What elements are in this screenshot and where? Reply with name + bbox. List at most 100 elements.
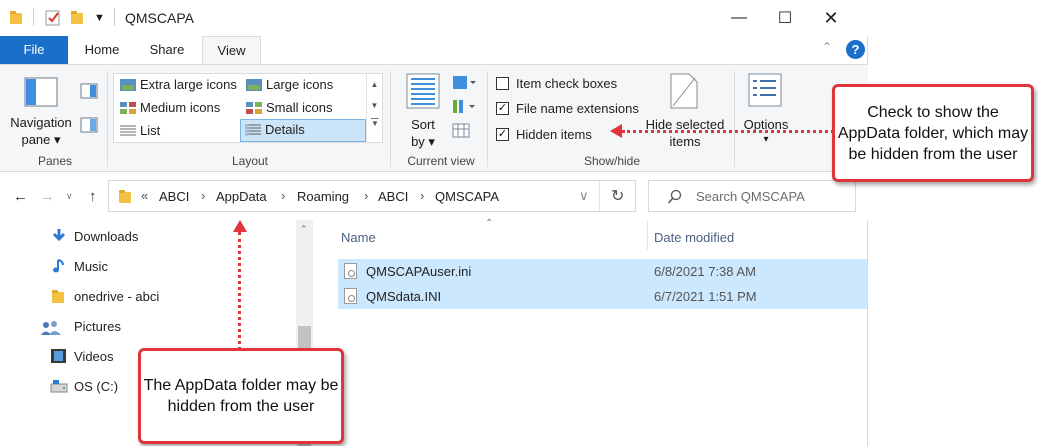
hidden-items-box[interactable]: ✓ bbox=[496, 128, 509, 141]
file-list: ⌃ Name Date modified bbox=[318, 218, 868, 446]
current-view-group-label: Current view bbox=[407, 154, 475, 168]
nav-item-label: Videos bbox=[74, 349, 114, 364]
nav-item-label: Pictures bbox=[74, 319, 121, 334]
breadcrumb-abci-2[interactable]: ABCI bbox=[378, 189, 408, 204]
callout-arrowhead bbox=[610, 124, 622, 138]
item-check-boxes-box[interactable] bbox=[496, 77, 509, 90]
tab-view[interactable]: View bbox=[202, 36, 261, 65]
layout-gallery: Extra large icons Large icons Medium ico… bbox=[113, 73, 383, 143]
table-row[interactable]: QMSCAPAuser.ini 6/8/2021 7:38 AM bbox=[338, 259, 867, 284]
search-box[interactable]: Search QMSCAPA bbox=[648, 180, 856, 212]
hidden-items-checkbox[interactable]: ✓ Hidden items bbox=[496, 127, 592, 142]
navigation-pane-label-2: pane ▾ bbox=[21, 132, 61, 147]
nav-item-label: Downloads bbox=[74, 229, 139, 244]
hide-selected-items-button[interactable]: Hide selected items bbox=[642, 71, 728, 151]
recent-locations-icon[interactable]: ∨ bbox=[66, 191, 73, 202]
group-divider bbox=[734, 71, 735, 167]
large-icons-label: Large icons bbox=[266, 77, 334, 92]
table-row[interactable]: QMSdata.INI 6/7/2021 1:51 PM bbox=[338, 284, 867, 309]
music-icon bbox=[53, 259, 64, 273]
options-icon bbox=[748, 73, 782, 107]
nav-item-label: OS (C:) bbox=[74, 379, 119, 394]
chevron-right-icon[interactable]: › bbox=[364, 188, 368, 203]
size-columns-icon[interactable] bbox=[452, 123, 472, 139]
downloads-icon bbox=[52, 229, 66, 242]
small-icons-label: Small icons bbox=[266, 100, 333, 115]
extra-large-icons-label: Extra large icons bbox=[140, 77, 237, 92]
callout-arrow-vertical bbox=[238, 232, 241, 350]
file-name: QMSdata.INI bbox=[366, 289, 442, 304]
chevron-up-icon[interactable]: ⌃ bbox=[822, 40, 832, 54]
tab-file[interactable]: File bbox=[0, 36, 68, 64]
layout-medium-icons[interactable]: Medium icons bbox=[116, 98, 240, 118]
gallery-expand-icon[interactable]: ▼ bbox=[371, 118, 379, 128]
layout-list[interactable]: List bbox=[116, 121, 240, 141]
tab-share[interactable]: Share bbox=[136, 36, 198, 64]
breadcrumb-roaming[interactable]: Roaming bbox=[297, 189, 349, 204]
chevron-right-icon[interactable]: › bbox=[201, 188, 205, 203]
minimize-button[interactable]: — bbox=[716, 0, 762, 36]
show-hide-group-label: Show/hide bbox=[583, 154, 641, 168]
breadcrumb-qmscapa[interactable]: QMSCAPA bbox=[435, 189, 499, 204]
column-header-date-modified[interactable]: Date modified bbox=[654, 230, 734, 245]
address-dropdown-icon[interactable]: ∨ bbox=[579, 188, 589, 204]
up-arrow-icon[interactable]: ↑ bbox=[89, 188, 97, 205]
file-name-extensions-checkbox[interactable]: ✓ File name extensions bbox=[496, 101, 639, 116]
navigation-pane-button[interactable]: Navigation pane ▾ bbox=[6, 71, 76, 151]
ribbon-view: Navigation pane ▾ Panes Extra large icon… bbox=[0, 64, 868, 172]
file-date-modified: 6/7/2021 1:51 PM bbox=[654, 289, 757, 304]
layout-extra-large-icons[interactable]: Extra large icons bbox=[116, 75, 240, 95]
window-title: QMSCAPA bbox=[125, 10, 194, 26]
videos-icon bbox=[51, 349, 66, 363]
callout-text: The AppData folder may be hidden from th… bbox=[143, 377, 339, 415]
large-icons-icon bbox=[246, 79, 262, 91]
folder-icon bbox=[52, 290, 64, 307]
sort-by-button[interactable]: Sort by ▾ bbox=[400, 71, 446, 151]
tab-home[interactable]: Home bbox=[72, 36, 132, 64]
maximize-button[interactable]: ☐ bbox=[762, 0, 808, 36]
layout-small-icons[interactable]: Small icons bbox=[242, 98, 364, 118]
add-columns-icon[interactable] bbox=[452, 99, 476, 115]
folder-icon bbox=[10, 8, 22, 28]
customize-qat-icon[interactable]: ▼ bbox=[94, 8, 105, 28]
breadcrumb-appdata[interactable]: AppData bbox=[216, 189, 267, 204]
search-placeholder: Search QMSCAPA bbox=[696, 189, 805, 204]
chevron-right-icon[interactable]: › bbox=[281, 188, 285, 203]
qat-divider bbox=[33, 8, 34, 26]
medium-icons-icon bbox=[120, 102, 136, 114]
details-pane-icon[interactable] bbox=[80, 117, 98, 133]
search-icon bbox=[667, 189, 682, 204]
options-button[interactable]: Options ▾ bbox=[738, 71, 794, 151]
address-bar[interactable]: « ABCI › AppData › Roaming › ABCI › QMSC… bbox=[108, 180, 636, 212]
layout-details[interactable]: Details bbox=[240, 119, 366, 142]
item-check-boxes-label: Item check boxes bbox=[516, 76, 618, 91]
column-divider[interactable] bbox=[647, 220, 648, 250]
close-button[interactable]: ✕ bbox=[808, 0, 854, 36]
hidden-items-label: Hidden items bbox=[516, 127, 592, 142]
new-folder-icon[interactable] bbox=[71, 8, 83, 28]
forward-arrow-icon[interactable]: → bbox=[40, 188, 55, 205]
group-divider bbox=[390, 71, 391, 167]
scroll-down-icon[interactable]: ▼ bbox=[367, 101, 382, 110]
medium-icons-label: Medium icons bbox=[140, 100, 221, 115]
refresh-icon[interactable]: ↻ bbox=[611, 186, 624, 206]
scroll-up-icon[interactable]: ▲ bbox=[367, 80, 382, 89]
overflow-chevron-icon[interactable]: « bbox=[141, 188, 148, 203]
back-arrow-icon[interactable]: ← bbox=[13, 188, 28, 205]
file-name-extensions-box[interactable]: ✓ bbox=[496, 102, 509, 115]
file-name: QMSCAPAuser.ini bbox=[366, 264, 472, 279]
column-header-name[interactable]: Name bbox=[341, 230, 376, 245]
layout-large-icons[interactable]: Large icons bbox=[242, 75, 364, 95]
by-label: by bbox=[411, 134, 425, 149]
group-by-icon[interactable] bbox=[452, 75, 476, 91]
help-icon[interactable]: ? bbox=[846, 40, 865, 59]
details-icon bbox=[245, 124, 261, 136]
scroll-up-icon[interactable]: ⌃ bbox=[300, 224, 308, 235]
options-dropdown-icon: ▾ bbox=[763, 134, 769, 145]
item-check-boxes-checkbox[interactable]: Item check boxes bbox=[496, 76, 617, 91]
layout-gallery-scroll[interactable]: ▲ ▼ ▼ bbox=[366, 74, 382, 142]
chevron-right-icon[interactable]: › bbox=[420, 188, 424, 203]
preview-pane-icon[interactable] bbox=[80, 83, 98, 99]
properties-icon[interactable] bbox=[45, 8, 61, 28]
breadcrumb-abci[interactable]: ABCI bbox=[159, 189, 189, 204]
